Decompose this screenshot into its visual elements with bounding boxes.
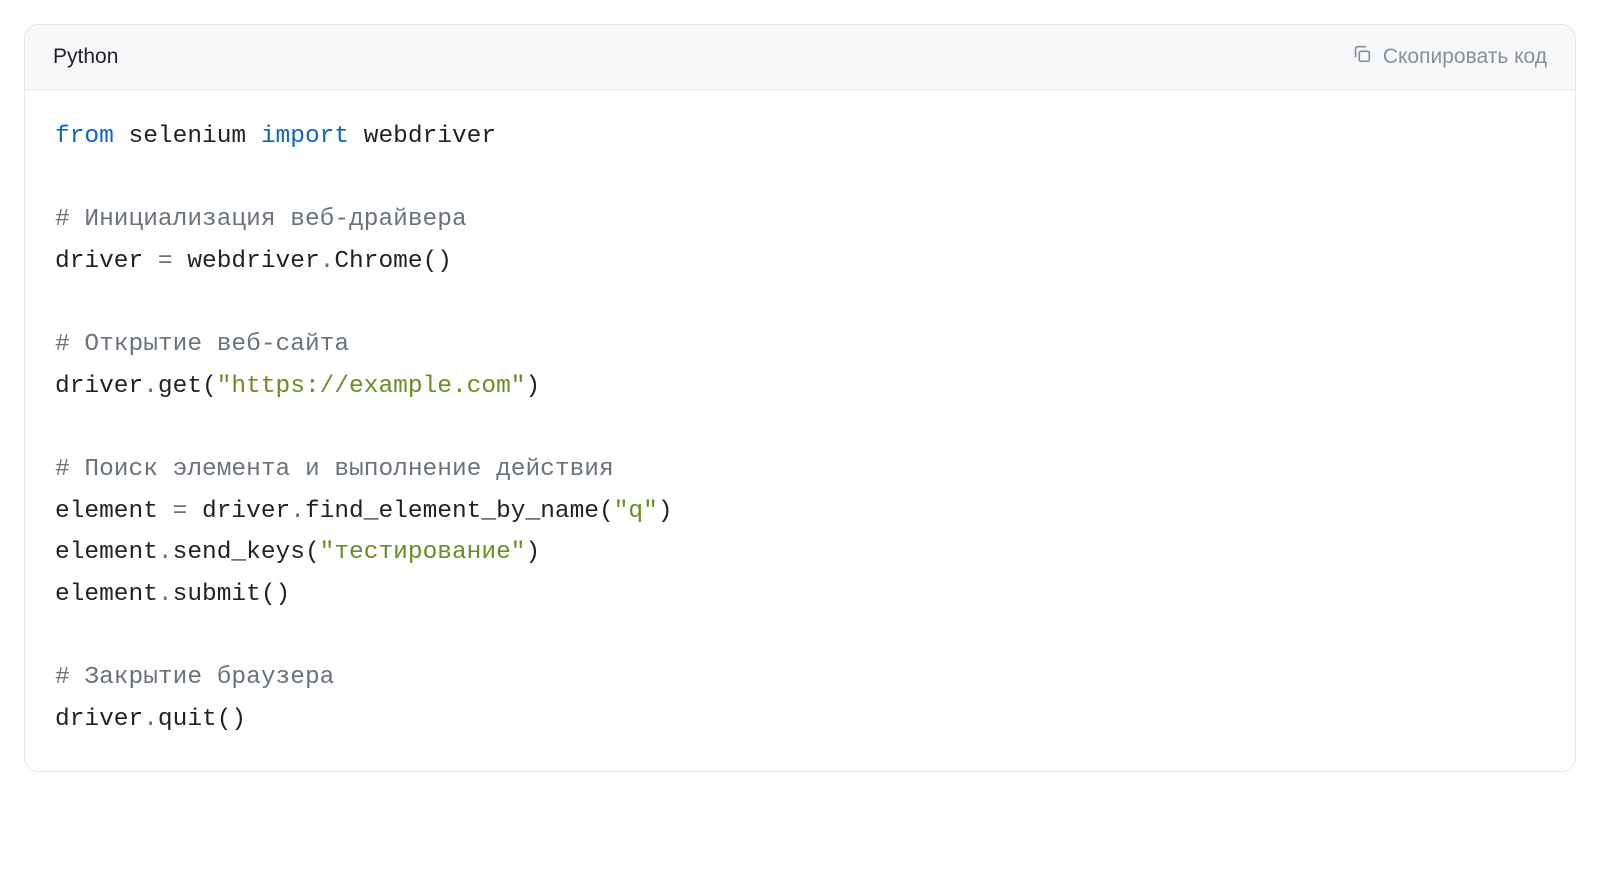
code-token: driver	[55, 706, 143, 733]
copy-icon	[1351, 43, 1373, 71]
code-token: find_element_by_name(	[305, 498, 614, 525]
code-token: driver	[55, 248, 158, 275]
code-token: selenium	[114, 123, 261, 150]
code-token: from	[55, 123, 114, 150]
code-token: .	[143, 706, 158, 733]
code-block-header: Python Скопировать код	[25, 25, 1575, 90]
code-token: "q"	[614, 498, 658, 525]
code-token: send_keys(	[173, 539, 320, 566]
language-label: Python	[53, 45, 118, 69]
code-token: .	[320, 248, 335, 275]
code-token: )	[526, 373, 541, 400]
code-token: driver	[187, 498, 290, 525]
code-token: "https://example.com"	[217, 373, 526, 400]
code-token: get(	[158, 373, 217, 400]
copy-code-button[interactable]: Скопировать код	[1351, 43, 1547, 71]
code-token: import	[261, 123, 349, 150]
code-token: # Закрытие браузера	[55, 664, 334, 691]
code-token: driver	[55, 373, 143, 400]
code-body: from selenium import webdriver # Инициал…	[25, 90, 1575, 771]
code-token: # Поиск элемента и выполнение действия	[55, 456, 614, 483]
code-block: Python Скопировать код from selenium imp…	[24, 24, 1576, 772]
code-token: Chrome()	[334, 248, 452, 275]
code-token: =	[173, 498, 188, 525]
code-token: =	[158, 248, 173, 275]
code-token: .	[158, 581, 173, 608]
code-token: .	[158, 539, 173, 566]
code-token: quit()	[158, 706, 246, 733]
code-token: "тестирование"	[320, 539, 526, 566]
code-token: webdriver	[173, 248, 320, 275]
code-token: element	[55, 498, 173, 525]
code-token: # Инициализация веб-драйвера	[55, 206, 467, 233]
code-token: # Открытие веб-сайта	[55, 331, 349, 358]
code-content: from selenium import webdriver # Инициал…	[55, 116, 1545, 741]
code-token: .	[143, 373, 158, 400]
code-token: submit()	[173, 581, 291, 608]
code-token: .	[290, 498, 305, 525]
code-token: webdriver	[349, 123, 496, 150]
copy-code-label: Скопировать код	[1383, 45, 1547, 69]
